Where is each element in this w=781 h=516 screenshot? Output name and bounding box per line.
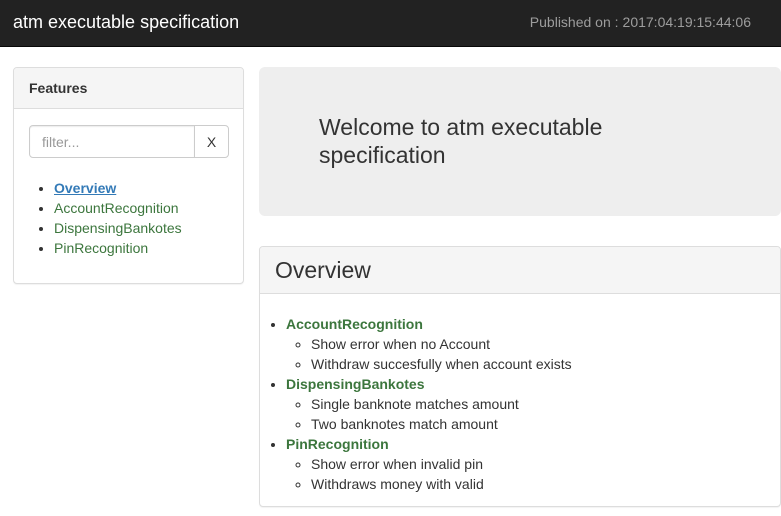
brand-title[interactable]: atm executable specification bbox=[13, 11, 239, 33]
feature-list: Overview AccountRecognition DispensingBa… bbox=[42, 178, 182, 258]
published-timestamp: 2017:04:19:15:44:06 bbox=[622, 14, 751, 30]
scenario-item: Show error when invalid pin bbox=[311, 454, 572, 474]
clear-filter-button[interactable]: X bbox=[194, 125, 229, 158]
published-label: Published on : bbox=[529, 14, 619, 30]
overview-feature-link-pinrecognition[interactable]: PinRecognition bbox=[286, 436, 389, 452]
feature-list-item: DispensingBankotes bbox=[54, 218, 182, 238]
overview-heading: Overview bbox=[275, 257, 371, 283]
feature-list-item: PinRecognition bbox=[54, 238, 182, 258]
scenario-item: Two banknotes match amount bbox=[311, 414, 572, 434]
feature-list-item: Overview bbox=[54, 178, 182, 198]
scenario-list: Show error when invalid pin Withdraws mo… bbox=[286, 454, 572, 494]
feature-link-pinrecognition[interactable]: PinRecognition bbox=[54, 240, 148, 256]
overview-feature-link-dispensingbankotes[interactable]: DispensingBankotes bbox=[286, 376, 424, 392]
welcome-title: Welcome to atm executable specification bbox=[319, 114, 603, 168]
top-navbar: atm executable specification Published o… bbox=[0, 0, 781, 47]
overview-feature-list: AccountRecognition Show error when no Ac… bbox=[274, 314, 572, 494]
scenario-list: Show error when no Account Withdraw succ… bbox=[286, 334, 572, 374]
overview-panel: Overview AccountRecognition Show error w… bbox=[259, 246, 781, 507]
filter-group: X bbox=[29, 125, 229, 158]
feature-list-item: AccountRecognition bbox=[54, 198, 182, 218]
features-panel: Features X Overview AccountRecognition D… bbox=[13, 67, 244, 284]
feature-link-accountrecognition[interactable]: AccountRecognition bbox=[54, 200, 179, 216]
published-info: Published on :2017:04:19:15:44:06 bbox=[530, 14, 751, 30]
overview-feature: PinRecognition Show error when invalid p… bbox=[286, 434, 572, 494]
scenario-item: Single banknote matches amount bbox=[311, 394, 572, 414]
scenario-list: Single banknote matches amount Two bankn… bbox=[286, 394, 572, 434]
overview-feature: DispensingBankotes Single banknote match… bbox=[286, 374, 572, 434]
overview-heading-bar: Overview bbox=[260, 247, 780, 294]
filter-input[interactable] bbox=[29, 125, 195, 158]
feature-link-dispensingbankotes[interactable]: DispensingBankotes bbox=[54, 220, 182, 236]
scenario-item: Withdraws money with valid bbox=[311, 474, 572, 494]
overview-feature: AccountRecognition Show error when no Ac… bbox=[286, 314, 572, 374]
scenario-item: Withdraw succesfully when account exists bbox=[311, 354, 572, 374]
feature-link-overview[interactable]: Overview bbox=[54, 180, 116, 196]
scenario-item: Show error when no Account bbox=[311, 334, 572, 354]
features-heading: Features bbox=[14, 68, 243, 109]
welcome-jumbotron: Welcome to atm executable specification bbox=[259, 67, 781, 216]
overview-feature-link-accountrecognition[interactable]: AccountRecognition bbox=[286, 316, 423, 332]
